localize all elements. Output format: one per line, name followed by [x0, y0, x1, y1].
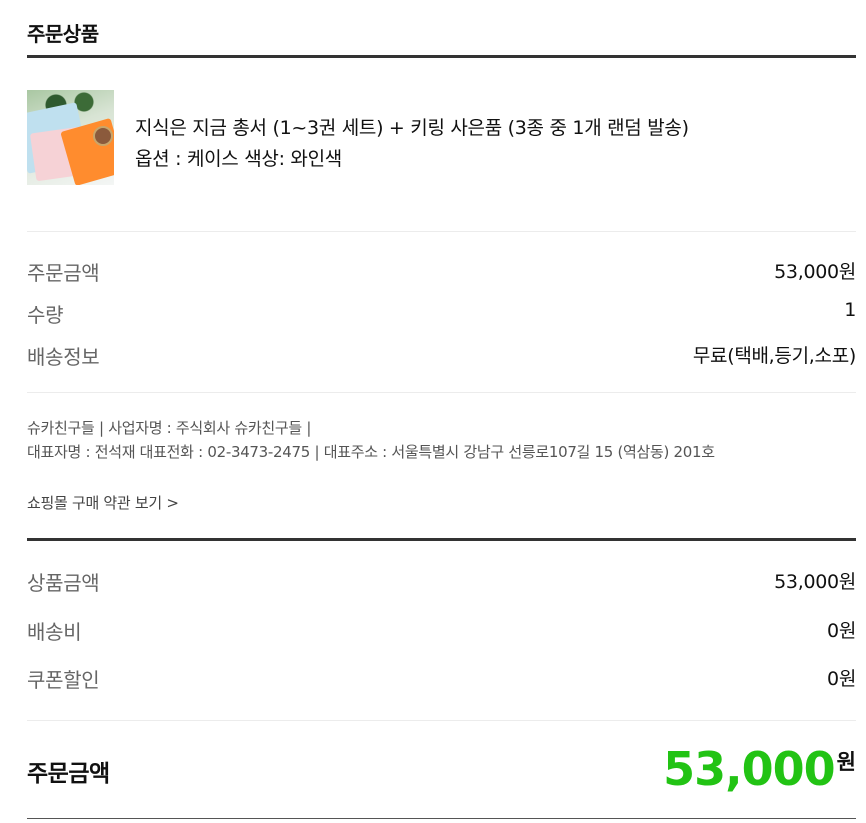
info-divider	[27, 392, 856, 393]
product-amount-value: 53,000원	[774, 571, 856, 593]
shipping-info-row: 배송정보 무료(택배,등기,소포)	[27, 341, 856, 371]
coupon-discount-label: 쿠폰할인	[27, 668, 100, 692]
product-divider	[27, 231, 856, 232]
total-label: 주문금액	[27, 761, 110, 787]
total-divider	[27, 720, 856, 721]
quantity-label: 수량	[27, 303, 64, 327]
order-amount-value: 53,000원	[774, 261, 856, 283]
shipping-fee-value: 0원	[827, 620, 856, 642]
order-amount-row: 주문금액 53,000원	[27, 257, 856, 287]
title-divider	[27, 55, 856, 58]
company-info-line2: 대표자명 : 전석재 대표전화 : 02-3473-2475 | 대표주소 : …	[27, 443, 715, 461]
total-amount-number: 53,000	[663, 742, 836, 796]
quantity-row: 수량 1	[27, 299, 856, 329]
product-option: 옵션 : 케이스 색상: 와인색	[135, 148, 342, 170]
company-info-line1: 슈카친구들 | 사업자명 : 주식회사 슈카친구들 |	[27, 419, 312, 437]
total-amount-unit: 원	[836, 750, 856, 774]
shipping-fee-label: 배송비	[27, 620, 82, 644]
coupon-discount-row: 쿠폰할인 0원	[27, 664, 856, 694]
product-thumbnail[interactable]	[27, 90, 114, 185]
total-amount: 53,000원	[663, 742, 856, 796]
product-amount-row: 상품금액 53,000원	[27, 567, 856, 597]
order-amount-label: 주문금액	[27, 261, 100, 285]
product-amount-label: 상품금액	[27, 571, 100, 595]
product-name[interactable]: 지식은 지금 총서 (1~3권 세트) + 키링 사은품 (3종 중 1개 랜덤…	[135, 113, 689, 140]
bottom-divider	[27, 818, 856, 819]
quantity-value: 1	[844, 299, 856, 321]
shipping-info-value: 무료(택배,등기,소포)	[692, 345, 856, 367]
section-title: 주문상품	[27, 22, 99, 46]
thumbnail-keyring	[93, 126, 113, 146]
terms-link[interactable]: 쇼핑몰 구매 약관 보기 >	[27, 492, 179, 513]
shipping-fee-row: 배송비 0원	[27, 616, 856, 646]
summary-divider	[27, 538, 856, 541]
shipping-info-label: 배송정보	[27, 345, 100, 369]
coupon-discount-value: 0원	[827, 668, 856, 690]
